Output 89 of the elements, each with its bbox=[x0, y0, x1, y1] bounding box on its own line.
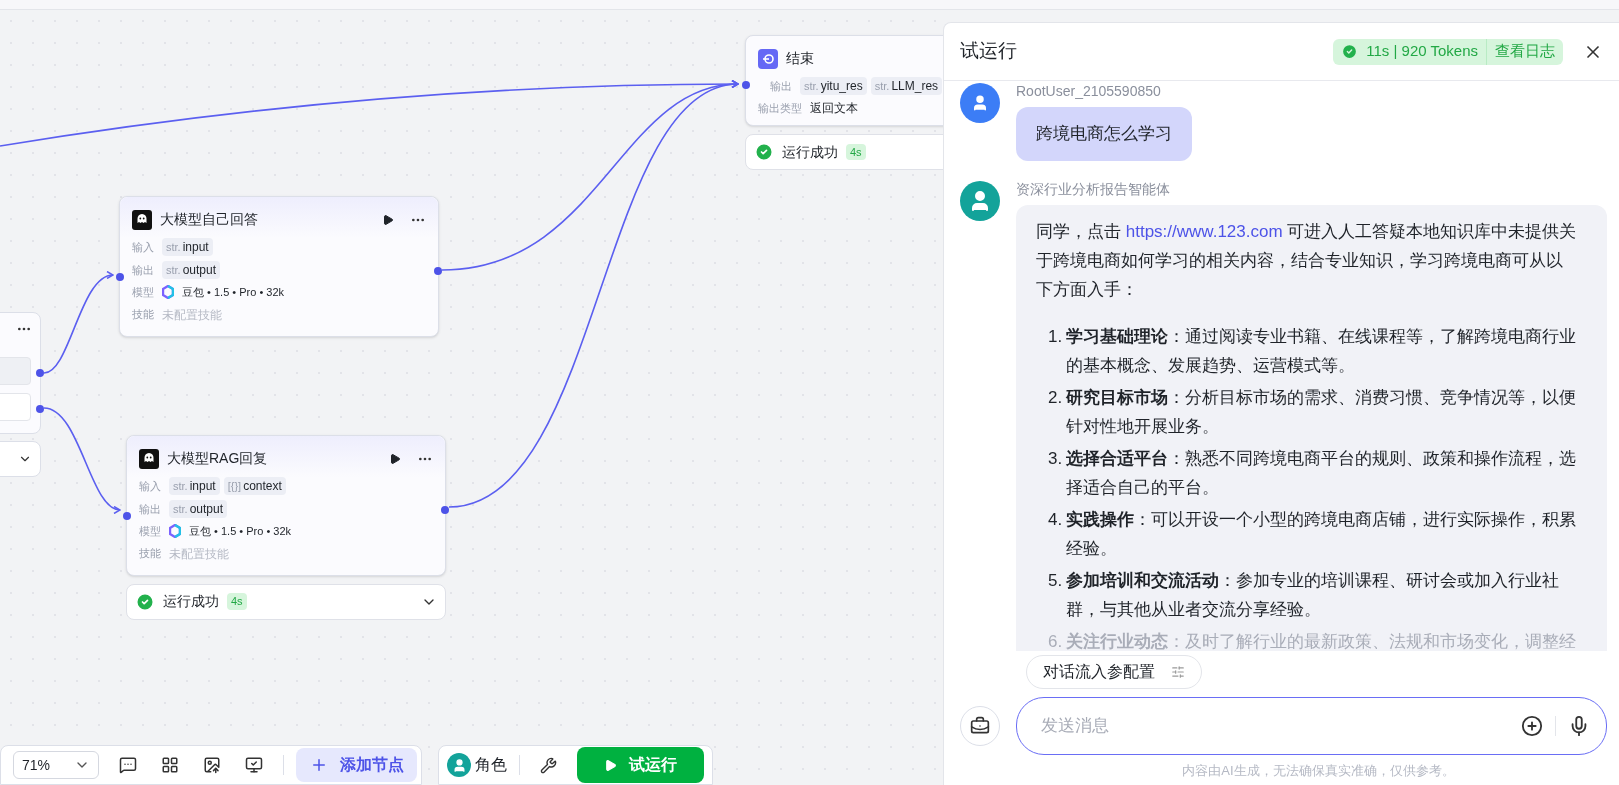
add-node-button[interactable]: 添加节点 bbox=[296, 748, 417, 782]
screen-check-icon[interactable] bbox=[245, 756, 263, 774]
list-item-text: 选择合适平台：熟悉不同跨境电商平台的规则、政策和操作流程，选择适合自己的平台。 bbox=[1066, 447, 1578, 499]
run-status-bar[interactable]: 运行成功 4s bbox=[745, 134, 943, 170]
run-status-text: 运行成功 bbox=[782, 142, 838, 162]
panel-title: 试运行 bbox=[960, 39, 1017, 64]
model-logo-icon bbox=[169, 524, 181, 539]
list-number: 3. bbox=[1048, 447, 1063, 470]
run-play-icon[interactable] bbox=[389, 452, 401, 465]
llm-node-card[interactable]: 大模型RAG回复 输入 str. input [{}] context 输出 str. output 模型 豆包 • 1.5 • Pro • 32k 技能 未配置技能 bbox=[126, 435, 446, 576]
zoom-select[interactable]: 71% bbox=[13, 751, 99, 779]
node-title: 大模型自己回答 bbox=[160, 210, 258, 229]
play-icon bbox=[604, 758, 617, 772]
ghost-logo-icon bbox=[132, 209, 152, 230]
input-port[interactable] bbox=[123, 512, 131, 520]
comment-icon[interactable] bbox=[119, 756, 137, 774]
avatar bbox=[960, 83, 1000, 123]
avatar bbox=[960, 180, 1000, 221]
variable-tag: str. output bbox=[162, 261, 221, 279]
list-item-text: 学习基础理论：通过阅读专业书籍、在线课程等，了解跨境电商行业的基本概念、发展趋势、运营模式等。 bbox=[1066, 325, 1578, 377]
run-status-bar[interactable]: 运行成功 4s bbox=[126, 583, 446, 620]
sender-name: 资深行业分析报告智能体 bbox=[1016, 180, 1171, 197]
wrench-icon[interactable] bbox=[540, 756, 557, 774]
list-number: 4. bbox=[1048, 508, 1063, 531]
run-stats-text: 11s | 920 Tokens bbox=[1366, 41, 1478, 62]
node-title: 结束 bbox=[786, 49, 814, 68]
grid-layout-icon[interactable] bbox=[161, 756, 179, 774]
output-port[interactable] bbox=[36, 405, 44, 413]
disclaimer-text: 内容由AI生成，无法确保真实准确，仅供参考。 bbox=[1182, 763, 1455, 780]
list-number: 1. bbox=[1048, 325, 1063, 348]
list-item-text: 研究目标市场：分析目标市场的需求、消费习惯、竞争情况等，以便针对性地开展业务。 bbox=[1066, 386, 1578, 438]
list-item-text: 实践操作：可以开设一个小型的跨境电商店铺，进行实际操作，积累经验。 bbox=[1066, 508, 1578, 560]
duration-badge: 4s bbox=[846, 143, 866, 161]
output-port[interactable] bbox=[441, 506, 449, 514]
user-message-bubble: 跨境电商怎么学习 bbox=[1016, 107, 1192, 161]
row-label: 模型 bbox=[139, 524, 161, 539]
row-label: 输入 bbox=[139, 478, 161, 494]
answer-paragraph: 同学，点击 https://www.123.com 可进入人工答疑本地知识库中未提供关于跨境电商如何学习的相关内容，结合专业知识，学习跨境电商可从以下方面入手： bbox=[1036, 220, 1578, 301]
row-label: 技能 bbox=[132, 307, 154, 323]
role-avatar-icon bbox=[447, 753, 471, 777]
variable-tag: str. yitu_res bbox=[800, 77, 867, 95]
model-logo-icon bbox=[162, 285, 174, 300]
input-port[interactable] bbox=[742, 81, 750, 89]
list-item-text: 关注行业动态：及时了解行业的最新政策、法规和市场变化，调整经 bbox=[1066, 630, 1577, 651]
sender-name: RootUser_2105590850 bbox=[1016, 83, 1162, 99]
row-label: 输入 bbox=[132, 239, 154, 255]
briefcase-icon bbox=[970, 716, 990, 736]
variable-tag: str. LLM_res bbox=[870, 77, 943, 95]
image-upload-icon[interactable] bbox=[203, 756, 221, 774]
variable-tag: [{}] context bbox=[223, 477, 286, 495]
run-status-text: 运行成功 bbox=[163, 592, 219, 611]
input-port[interactable] bbox=[116, 273, 124, 281]
variable-tag: str. input bbox=[169, 477, 220, 495]
add-circle-icon[interactable] bbox=[1521, 715, 1543, 737]
model-name: 豆包 • 1.5 • Pro • 32k bbox=[182, 285, 285, 300]
end-node-card[interactable]: 结束 输出 str. yitu_res str. LLM_res 输出类型 返回文本 bbox=[745, 35, 943, 126]
llm-node-card[interactable]: 大模型自己回答 输入 str. input 输出 str. output 模型 豆包 • 1.5 • Pro • 32k 技能 未配置技能 bbox=[119, 196, 439, 337]
run-play-icon[interactable] bbox=[382, 213, 394, 226]
row-label: 输出 bbox=[139, 501, 161, 517]
list-number: 5. bbox=[1048, 569, 1063, 592]
row-label: 模型 bbox=[132, 285, 154, 300]
row-label: 输出 bbox=[132, 262, 154, 278]
ghost-logo-icon bbox=[139, 448, 159, 469]
node-title: 大模型RAG回复 bbox=[167, 449, 268, 468]
skills-value: 未配置技能 bbox=[162, 306, 222, 324]
success-check-icon bbox=[135, 591, 155, 612]
list-item-text: 参加培训和交流活动：参加专业的培训课程、研讨会或加入行业社群，与其他从业者交流分享经验。 bbox=[1066, 569, 1561, 621]
duration-badge: 4s bbox=[227, 593, 247, 610]
message-input-field[interactable]: 发送消息 bbox=[1041, 713, 1521, 739]
list-number: 6. bbox=[1048, 630, 1063, 651]
output-type-value: 返回文本 bbox=[810, 100, 858, 117]
skills-value: 未配置技能 bbox=[169, 545, 229, 563]
success-check-icon bbox=[1341, 43, 1359, 60]
output-port[interactable] bbox=[36, 369, 44, 377]
message-input-box[interactable]: 发送消息 bbox=[1016, 697, 1607, 755]
row-label: 输出类型 bbox=[758, 100, 802, 116]
output-port[interactable] bbox=[434, 267, 442, 275]
success-check-icon bbox=[754, 142, 774, 162]
exit-icon bbox=[758, 48, 778, 69]
answer-link[interactable]: https://www.123.com bbox=[1125, 221, 1283, 241]
config-chip[interactable]: 对话流入参配置 bbox=[1026, 655, 1202, 689]
variable-tag: str. output bbox=[169, 500, 228, 518]
row-label: 输出 bbox=[770, 78, 792, 94]
row-label: 技能 bbox=[139, 546, 161, 562]
role-button[interactable]: 角色 bbox=[447, 753, 507, 777]
variable-tag: str. input bbox=[162, 238, 213, 256]
model-name: 豆包 • 1.5 • Pro • 32k bbox=[189, 524, 292, 539]
list-number: 2. bbox=[1048, 386, 1063, 409]
sliders-icon bbox=[1171, 665, 1185, 679]
